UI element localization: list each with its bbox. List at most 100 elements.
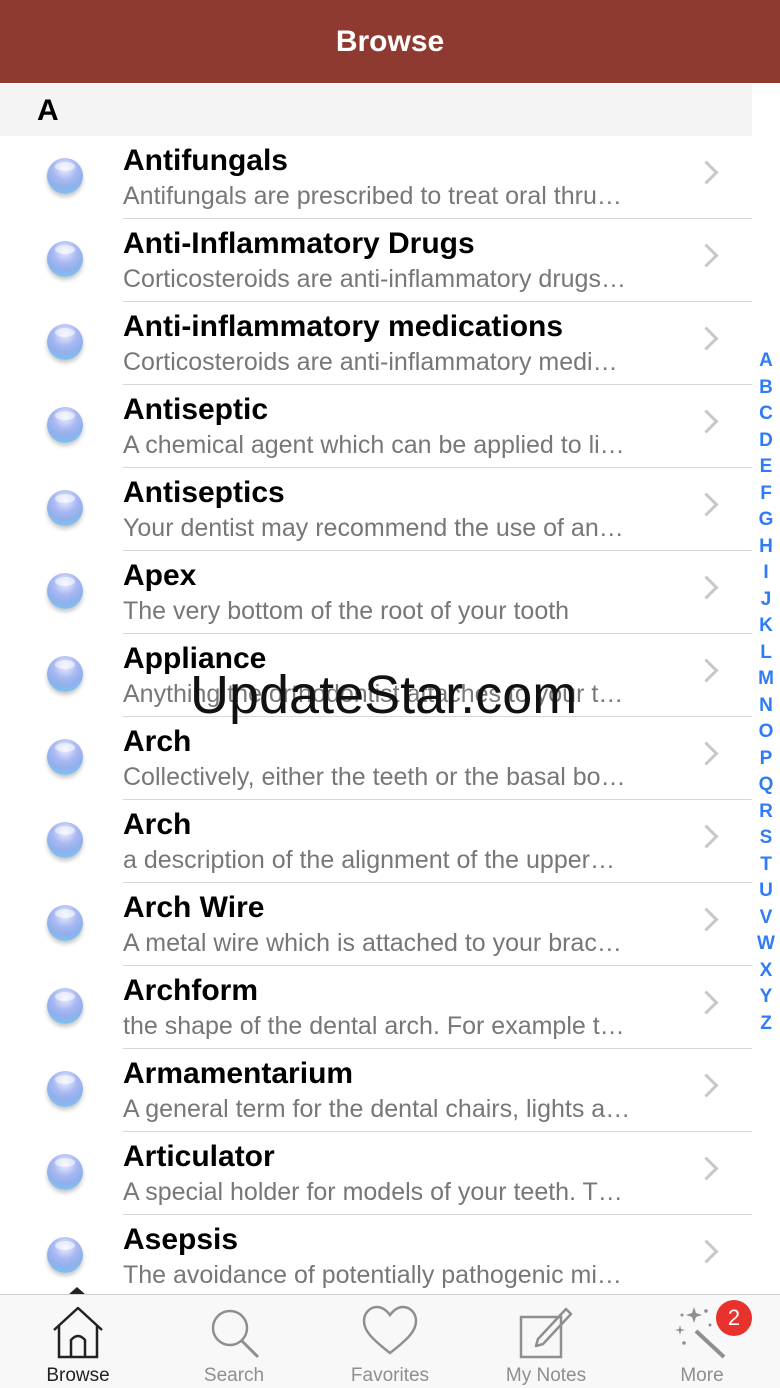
list-item[interactable]: Antiseptics Your dentist may recommend t… [0, 468, 752, 551]
nav-bar: Browse [0, 0, 780, 83]
term-description: The avoidance of potentially pathogenic … [123, 1261, 622, 1289]
bullet-orb-icon [47, 656, 83, 692]
tab-bar: Browse Search Favorites My Notes More [0, 1294, 780, 1388]
term-title: Anti-Inflammatory Drugs [123, 227, 475, 260]
chevron-right-icon [694, 741, 719, 766]
index-letter[interactable]: G [759, 507, 774, 534]
term-title: Apex [123, 559, 197, 592]
term-title: Antifungals [123, 144, 288, 177]
chevron-right-icon [694, 243, 719, 268]
bullet-orb-icon [47, 905, 83, 941]
index-letter[interactable]: S [760, 825, 773, 852]
list-item[interactable]: Anti-inflammatory medications Corticoste… [0, 302, 752, 385]
term-description: Corticosteroids are anti-inflammatory dr… [123, 265, 626, 293]
term-title: Anti-inflammatory medications [123, 310, 564, 343]
term-description: Your dentist may recommend the use of an… [123, 514, 624, 542]
list-item[interactable]: Articulator A special holder for models … [0, 1132, 752, 1215]
list-item[interactable]: Armamentarium A general term for the den… [0, 1049, 752, 1132]
tab-more[interactable]: More [624, 1295, 780, 1388]
list-item[interactable]: Antiseptic A chemical agent which can be… [0, 385, 752, 468]
term-title: Antiseptic [123, 393, 269, 426]
more-badge: 2 [716, 1300, 752, 1336]
index-letter[interactable]: R [759, 799, 773, 826]
index-letter[interactable]: W [757, 931, 775, 958]
list-item[interactable]: Arch a description of the alignment of t… [0, 800, 752, 883]
index-letter[interactable]: E [760, 454, 773, 481]
bullet-orb-icon [47, 988, 83, 1024]
tab-search[interactable]: Search [156, 1295, 312, 1388]
bullet-orb-icon [47, 739, 83, 775]
term-title: Asepsis [123, 1223, 239, 1256]
list-item[interactable]: Arch Collectively, either the teeth or t… [0, 717, 752, 800]
section-index[interactable]: A B C D E F G H I J K L M N O P Q R S T … [752, 348, 780, 1037]
index-letter[interactable]: D [759, 428, 773, 455]
list-item[interactable]: Apex The very bottom of the root of your… [0, 551, 752, 634]
index-letter[interactable]: Z [760, 1011, 772, 1038]
bullet-orb-icon [47, 158, 83, 194]
term-description: a description of the alignment of the up… [123, 846, 615, 874]
index-letter[interactable]: X [760, 958, 773, 985]
bullet-orb-icon [47, 822, 83, 858]
tab-label: Favorites [350, 1365, 430, 1386]
list-item[interactable]: Archform the shape of the dental arch. F… [0, 966, 752, 1049]
notes-icon [519, 1307, 573, 1359]
index-letter[interactable]: N [759, 693, 773, 720]
index-letter[interactable]: I [763, 560, 768, 587]
term-description: Corticosteroids are anti-inflammatory me… [123, 348, 618, 376]
chevron-right-icon [694, 160, 719, 185]
chevron-right-icon [694, 326, 719, 351]
index-letter[interactable]: Y [760, 984, 773, 1011]
index-letter[interactable]: V [760, 905, 773, 932]
index-letter[interactable]: C [759, 401, 773, 428]
tab-label: More [680, 1365, 724, 1386]
chevron-right-icon [694, 492, 719, 517]
bullet-orb-icon [47, 573, 83, 609]
term-title: Arch [123, 725, 192, 758]
list-item[interactable]: Arch Wire A metal wire which is attached… [0, 883, 752, 966]
term-title: Articulator [123, 1140, 275, 1173]
term-description: the shape of the dental arch. For exampl… [123, 1012, 625, 1040]
chevron-right-icon [694, 1073, 719, 1098]
term-description: A chemical agent which can be applied to… [123, 431, 625, 459]
term-description: Collectively, either the teeth or the ba… [123, 763, 626, 791]
chevron-right-icon [694, 409, 719, 434]
index-letter[interactable]: A [759, 348, 773, 375]
index-letter[interactable]: P [760, 746, 773, 773]
chevron-right-icon [694, 1156, 719, 1181]
tab-label: Browse [46, 1365, 110, 1386]
term-title: Arch [123, 808, 192, 841]
chevron-right-icon [694, 907, 719, 932]
watermark: UpdateStar.com [190, 665, 578, 725]
tab-label: Search [203, 1365, 265, 1386]
term-title: Antiseptics [123, 476, 285, 509]
term-title: Arch Wire [123, 891, 265, 924]
term-description: A special holder for models of your teet… [123, 1178, 623, 1206]
chevron-right-icon [694, 824, 719, 849]
section-letter: A [37, 94, 59, 127]
tab-label: My Notes [505, 1365, 587, 1386]
list-item[interactable]: Antifungals Antifungals are prescribed t… [0, 136, 752, 219]
index-letter[interactable]: U [759, 878, 773, 905]
index-letter[interactable]: K [759, 613, 773, 640]
chevron-right-icon [694, 658, 719, 683]
search-icon [211, 1309, 260, 1359]
index-letter[interactable]: H [759, 534, 773, 561]
index-letter[interactable]: T [760, 852, 772, 879]
term-description: The very bottom of the root of your toot… [123, 597, 570, 625]
index-letter[interactable]: B [759, 375, 773, 402]
list-item[interactable]: Asepsis The avoidance of potentially pat… [0, 1215, 752, 1298]
tab-my-notes[interactable]: My Notes [468, 1295, 624, 1388]
index-letter[interactable]: O [759, 719, 774, 746]
term-description: Antifungals are prescribed to treat oral… [123, 182, 622, 210]
index-letter[interactable]: M [758, 666, 774, 693]
index-letter[interactable]: F [760, 481, 772, 508]
chevron-right-icon [694, 1239, 719, 1264]
tab-favorites[interactable]: Favorites [312, 1295, 468, 1388]
tab-browse[interactable]: Browse [0, 1295, 156, 1388]
index-letter[interactable]: Q [759, 772, 774, 799]
index-letter[interactable]: L [760, 640, 772, 667]
list-item[interactable]: Anti-Inflammatory Drugs Corticosteroids … [0, 219, 752, 302]
index-letter[interactable]: J [761, 587, 772, 614]
chevron-right-icon [694, 990, 719, 1015]
term-title: Armamentarium [123, 1057, 354, 1090]
